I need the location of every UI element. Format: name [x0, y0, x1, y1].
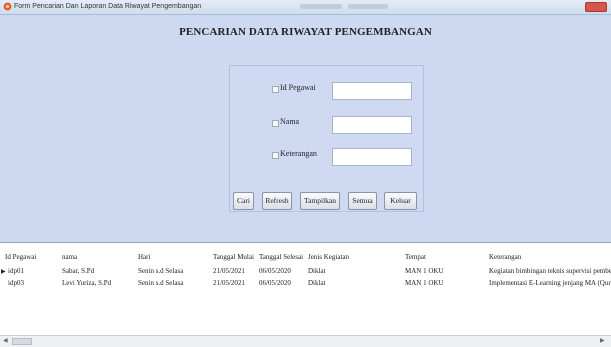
- cell-id-pegawai[interactable]: idp01: [8, 266, 24, 276]
- nama-input[interactable]: [332, 116, 412, 134]
- column-header-id-pegawai[interactable]: Id Pegawai: [5, 252, 36, 262]
- cell-keterangan[interactable]: Implementasi E-Learning jenjang MA (Qur'…: [489, 278, 611, 288]
- cell-tanggal-mulai[interactable]: 21/05/2021: [213, 278, 245, 288]
- column-header-tanggal-mulai[interactable]: Tanggal Mulai: [213, 252, 254, 262]
- cell-tanggal-selesai[interactable]: 06/05/2020: [259, 278, 291, 288]
- cell-tempat[interactable]: MAN 1 OKU: [405, 266, 444, 276]
- app-window: Form Pencarian Dan Laporan Data Riwayat …: [0, 0, 611, 347]
- id-pegawai-input[interactable]: [332, 82, 412, 100]
- column-header-jenis-kegiatan[interactable]: Jenis Kegiatan: [308, 252, 349, 262]
- keterangan-input[interactable]: [332, 148, 412, 166]
- column-header-tempat[interactable]: Tempat: [405, 252, 426, 262]
- titlebar-blurred-text: [348, 4, 388, 9]
- cell-hari[interactable]: Senin s.d Selasa: [138, 266, 183, 276]
- cell-jenis-kegiatan[interactable]: Diklat: [308, 266, 326, 276]
- current-row-indicator-icon: ▶: [1, 269, 6, 275]
- table-row[interactable]: ▶ idp01 Sabar, S.Pd Senin s.d Selasa 21/…: [0, 266, 611, 278]
- keterangan-label: Keterangan: [280, 149, 317, 158]
- horizontal-scrollbar[interactable]: ◀ ▶: [0, 335, 611, 347]
- window-title: Form Pencarian Dan Laporan Data Riwayat …: [14, 3, 202, 10]
- cell-nama[interactable]: Sabar, S.Pd: [62, 266, 94, 276]
- criteria-row-nama: Nama: [230, 116, 423, 134]
- column-header-keterangan[interactable]: Keterangan: [489, 252, 521, 262]
- titlebar-blurred-text: [300, 4, 342, 9]
- cell-jenis-kegiatan[interactable]: Diklat: [308, 278, 326, 288]
- app-icon: [3, 2, 12, 11]
- refresh-button[interactable]: Refresh: [262, 192, 292, 210]
- nama-label: Nama: [280, 117, 300, 126]
- cell-tanggal-mulai[interactable]: 21/05/2021: [213, 266, 245, 276]
- cell-hari[interactable]: Senin s.d Selasa: [138, 278, 183, 288]
- scroll-left-icon[interactable]: ◀: [3, 338, 11, 345]
- grid-header: Id Pegawai nama Hari Tanggal Mulai Tangg…: [0, 252, 611, 263]
- cell-nama[interactable]: Levi Yuriza, S.Pd: [62, 278, 111, 288]
- nama-checkbox[interactable]: [272, 120, 279, 127]
- id-pegawai-checkbox[interactable]: [272, 86, 279, 93]
- column-header-hari[interactable]: Hari: [138, 252, 150, 262]
- criteria-row-id-pegawai: Id Pegawai: [230, 82, 423, 100]
- keterangan-checkbox[interactable]: [272, 152, 279, 159]
- search-criteria-panel: Id Pegawai Nama Keterangan Cari Refresh …: [229, 65, 424, 212]
- column-header-nama[interactable]: nama: [62, 252, 77, 262]
- page-title: PENCARIAN DATA RIWAYAT PENGEMBANGAN: [179, 26, 432, 38]
- close-button[interactable]: [585, 2, 607, 12]
- cell-tempat[interactable]: MAN 1 OKU: [405, 278, 444, 288]
- data-grid[interactable]: Id Pegawai nama Hari Tanggal Mulai Tangg…: [0, 242, 611, 336]
- criteria-row-keterangan: Keterangan: [230, 148, 423, 166]
- id-pegawai-label: Id Pegawai: [280, 83, 316, 92]
- keluar-button[interactable]: Keluar: [384, 192, 417, 210]
- scroll-right-icon[interactable]: ▶: [600, 338, 608, 345]
- tampilkan-button[interactable]: Tampilkan: [300, 192, 340, 210]
- cell-tanggal-selesai[interactable]: 06/05/2020: [259, 266, 291, 276]
- column-header-tanggal-selesai[interactable]: Tanggal Selesai: [259, 252, 303, 262]
- title-bar[interactable]: Form Pencarian Dan Laporan Data Riwayat …: [0, 0, 611, 15]
- cell-keterangan[interactable]: Kegiatan bimbingan teknis supervisi pemb…: [489, 266, 611, 276]
- cari-button[interactable]: Cari: [233, 192, 254, 210]
- search-form: PENCARIAN DATA RIWAYAT PENGEMBANGAN Id P…: [0, 15, 611, 242]
- cell-id-pegawai[interactable]: idp03: [8, 278, 24, 288]
- semua-button[interactable]: Semua: [348, 192, 377, 210]
- table-row[interactable]: idp03 Levi Yuriza, S.Pd Senin s.d Selasa…: [0, 278, 611, 290]
- scrollbar-thumb[interactable]: [12, 338, 32, 345]
